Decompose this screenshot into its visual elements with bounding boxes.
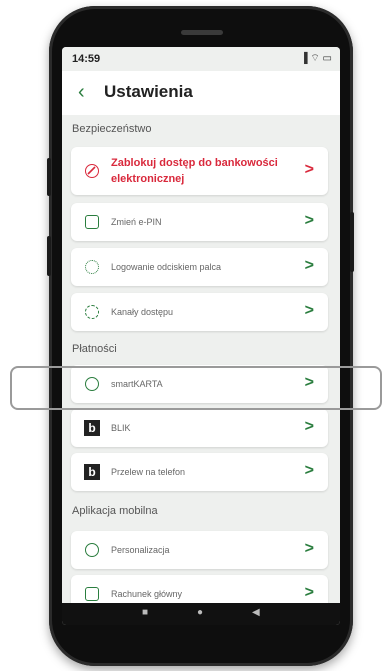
page-title: Ustawienia — [104, 82, 193, 101]
back-icon[interactable]: ◀ — [252, 607, 260, 618]
status-icons: ▐ ⌔ ▭ — [300, 53, 333, 64]
phone-side-button — [350, 212, 354, 272]
main-account-label: Rachunek główny — [111, 589, 183, 599]
wallet-icon — [85, 587, 99, 601]
blik-label: BLIK — [111, 423, 131, 433]
status-bar: 14:59 ▐ ⌔ ▭ — [62, 47, 340, 71]
phone-volume-button — [47, 158, 51, 196]
chevron-left-icon[interactable]: ‹ — [78, 81, 85, 103]
phone-transfer-icon: b — [84, 464, 100, 480]
chevron-right-icon: > — [304, 584, 314, 601]
app-screen: 14:59 ▐ ⌔ ▭ ‹ Ustawienia Bezpieczeństwo … — [62, 47, 340, 625]
change-pin-label: Zmień e-PIN — [111, 217, 162, 227]
android-nav-bar: ■ ● ◀ — [62, 603, 340, 625]
section-payments: Płatności — [72, 343, 117, 355]
phone-speaker — [181, 30, 223, 35]
chevron-right-icon: > — [304, 161, 314, 178]
personalization-button[interactable]: Personalizacja > — [71, 531, 328, 569]
section-mobile-app: Aplikacja mobilna — [72, 505, 158, 517]
blik-icon: b — [84, 420, 100, 436]
user-icon — [85, 543, 99, 557]
gear-icon — [85, 305, 99, 319]
personalization-label: Personalizacja — [111, 545, 170, 555]
status-time: 14:59 — [72, 53, 101, 65]
smartkarta-highlight-frame — [10, 366, 382, 410]
home-icon[interactable]: ● — [197, 607, 203, 618]
phone-power-button — [47, 236, 51, 276]
shield-icon — [85, 215, 99, 229]
recent-apps-icon[interactable]: ■ — [142, 607, 148, 618]
blik-button[interactable]: b BLIK > — [71, 409, 328, 447]
top-bar: ‹ Ustawienia — [62, 71, 340, 115]
chevron-right-icon: > — [304, 462, 314, 479]
access-channels-button[interactable]: Kanały dostępu > — [71, 293, 328, 331]
change-pin-button[interactable]: Zmień e-PIN > — [71, 203, 328, 241]
fingerprint-login-button[interactable]: Logowanie odciskiem palca > — [71, 248, 328, 286]
fingerprint-icon — [85, 260, 99, 274]
phone-transfer-button[interactable]: b Przelew na telefon > — [71, 453, 328, 491]
phone-transfer-label: Przelew na telefon — [111, 467, 186, 477]
block-access-button[interactable]: Zablokuj dostęp do bankowości elektronic… — [71, 147, 328, 195]
section-security: Bezpieczeństwo — [72, 123, 152, 135]
block-icon — [85, 164, 99, 178]
chevron-right-icon: > — [304, 257, 314, 274]
fingerprint-login-label: Logowanie odciskiem palca — [111, 262, 222, 272]
chevron-right-icon: > — [304, 418, 314, 435]
chevron-right-icon: > — [304, 302, 314, 319]
block-access-label: Zablokuj dostęp do bankowości elektronic… — [111, 157, 278, 185]
chevron-right-icon: > — [304, 540, 314, 557]
access-channels-label: Kanały dostępu — [111, 307, 174, 317]
chevron-right-icon: > — [304, 212, 314, 229]
